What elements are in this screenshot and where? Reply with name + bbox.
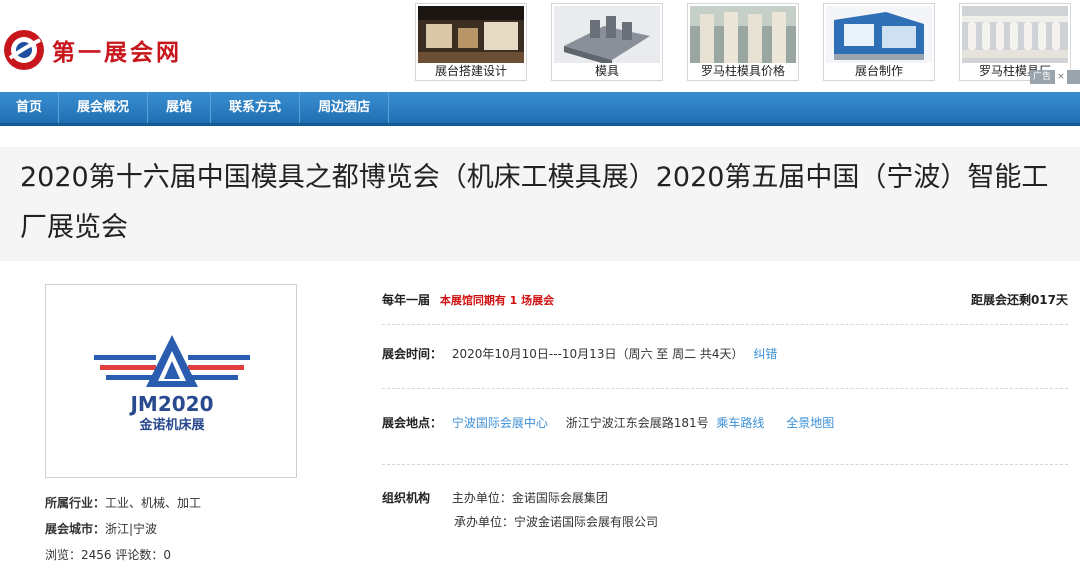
venue-label: 展会地点： xyxy=(382,416,443,430)
nav-home[interactable]: 首页 xyxy=(0,92,60,123)
poster-logo-subtext: 金诺机床展 xyxy=(138,417,205,433)
ad-roman-column-price[interactable]: 罗马柱模具价格 xyxy=(687,3,799,81)
roman-column-photo-icon xyxy=(690,6,796,63)
undertaker-row: 承办单位：宁波金诺国际会展有限公司 xyxy=(454,513,1068,530)
page-title: 2020第十六届中国模具之都博览会（机床工模具展）2020第五届中国（宁波）智能… xyxy=(20,162,1049,243)
report-error-link[interactable]: 纠错 xyxy=(753,347,777,361)
ad-caption: 模具 xyxy=(594,64,619,78)
city-label: 展会城市： xyxy=(45,522,106,536)
time-label: 展会时间： xyxy=(382,347,443,361)
route-link[interactable]: 乘车路线 xyxy=(716,416,764,430)
countdown: 距展会还剩017天 xyxy=(970,293,1068,307)
ad-booth-design[interactable]: 展台搭建设计 xyxy=(415,3,527,81)
close-icon[interactable]: × xyxy=(1055,70,1068,84)
ad-caption: 展台制作 xyxy=(854,64,903,78)
nav-contact[interactable]: 联系方式 xyxy=(211,92,301,123)
logo-emblem-icon xyxy=(4,30,44,70)
jm-logo-icon: JM2020 金诺机床展 xyxy=(94,335,250,433)
site-header: 第一展会网 展台搭建设计 模具 罗马柱模具价格 展台制作 罗马柱模具厂 广告 × xyxy=(0,0,1080,92)
ad-flag[interactable]: 广告 × xyxy=(1030,70,1080,84)
stats-line: 浏览：2456 评论数：0 xyxy=(45,548,171,562)
ad-booth-build[interactable]: 展台制作 xyxy=(823,3,935,81)
nav-overview[interactable]: 展会概况 xyxy=(59,92,149,123)
venue-address: 浙江宁波江东会展路181号 xyxy=(565,416,709,430)
booth-build-photo-icon xyxy=(826,6,932,63)
booth-design-photo-icon xyxy=(418,6,524,63)
divider xyxy=(382,464,1068,465)
time-row: 展会时间： 2020年10月10日---10月13日（周六 至 周二 共4天） … xyxy=(382,345,1068,362)
ad-caption: 展台搭建设计 xyxy=(434,64,507,78)
divider xyxy=(382,324,1068,325)
balustrade-photo-icon xyxy=(962,6,1068,63)
mold-photo-icon xyxy=(554,6,660,63)
city-line: 展会城市：浙江|宁波 xyxy=(45,520,157,537)
undertaker: 承办单位：宁波金诺国际会展有限公司 xyxy=(454,515,659,529)
organizer: 主办单位：金诺国际会展集团 xyxy=(451,491,608,505)
ad-caption: 罗马柱模具价格 xyxy=(700,64,785,78)
org-label: 组织机构 xyxy=(382,491,431,505)
concurrent-shows[interactable]: 本展馆同期有 1 场展会 xyxy=(440,294,554,307)
ad-mold[interactable]: 模具 xyxy=(551,3,663,81)
frequency-row: 每年一届 本展馆同期有 1 场展会 距展会还剩017天 xyxy=(382,291,1068,308)
industry-line: 所属行业：工业、机械、加工 xyxy=(45,494,201,511)
venue-row: 展会地点： 宁波国际会展中心 浙江宁波江东会展路181号 乘车路线 全景地图 xyxy=(382,414,1068,431)
nav-venue[interactable]: 展馆 xyxy=(148,92,212,123)
site-name: 第一展会网 xyxy=(52,39,182,66)
organizer-row: 组织机构 主办单位：金诺国际会展集团 xyxy=(382,489,1068,506)
venue-name-link[interactable]: 宁波国际会展中心 xyxy=(452,416,548,430)
ad-flag-label: 广告 xyxy=(1033,72,1052,82)
site-logo[interactable]: 第一展会网 xyxy=(2,28,182,72)
nav-hotels[interactable]: 周边酒店 xyxy=(300,92,390,123)
poster-logo-text: JM2020 xyxy=(128,392,213,416)
divider xyxy=(382,388,1068,389)
exhibition-poster[interactable]: JM2020 金诺机床展 xyxy=(45,284,297,478)
time-value: 2020年10月10日---10月13日（周六 至 周二 共4天） xyxy=(451,347,744,361)
panorama-map-link[interactable]: 全景地图 xyxy=(786,416,834,430)
frequency: 每年一届 xyxy=(382,293,431,307)
industry-label: 所属行业： xyxy=(45,496,106,510)
title-band: 2020第十六届中国模具之都博览会（机床工模具展）2020第五届中国（宁波）智能… xyxy=(0,147,1080,261)
main-nav: 首页 展会概况 展馆 联系方式 周边酒店 xyxy=(0,92,1080,126)
city-value: 浙江|宁波 xyxy=(105,522,158,536)
industry-value: 工业、机械、加工 xyxy=(105,496,202,510)
